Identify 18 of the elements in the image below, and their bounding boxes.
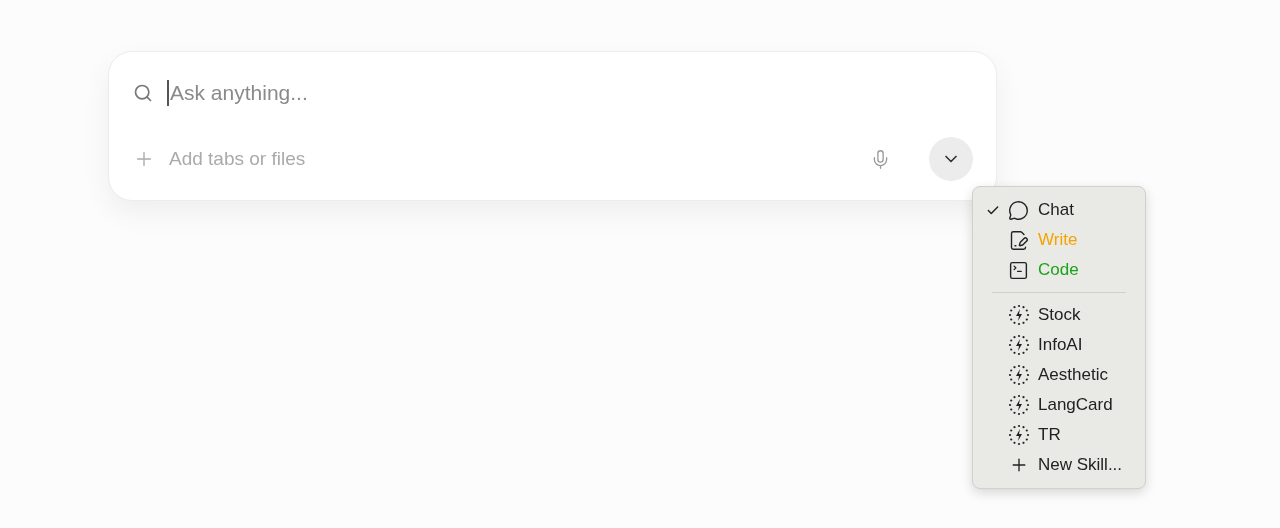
prompt-field[interactable]: Ask anything... xyxy=(167,80,972,106)
dotted-bolt-icon xyxy=(1008,394,1030,416)
terminal-icon xyxy=(1008,259,1029,281)
menu-item[interactable]: Aesthetic xyxy=(978,360,1140,390)
speech-bubble-icon xyxy=(1008,199,1029,221)
menu-item[interactable]: InfoAI xyxy=(978,330,1140,360)
mode-dropdown-button[interactable] xyxy=(929,137,973,181)
menu-item[interactable]: Chat xyxy=(978,195,1140,225)
dotted-bolt-icon xyxy=(1008,424,1030,446)
search-icon xyxy=(133,83,153,103)
new-skill-item[interactable]: New Skill... xyxy=(978,450,1140,480)
menu-item[interactable]: TR xyxy=(978,420,1140,450)
dotted-bolt-icon xyxy=(1008,334,1030,356)
menu-item[interactable]: Stock xyxy=(978,300,1140,330)
dotted-bolt-icon xyxy=(1008,304,1030,326)
dotted-bolt-icon xyxy=(1008,364,1030,386)
document-pen-icon xyxy=(1008,229,1029,251)
menu-item[interactable]: LangCard xyxy=(978,390,1140,420)
